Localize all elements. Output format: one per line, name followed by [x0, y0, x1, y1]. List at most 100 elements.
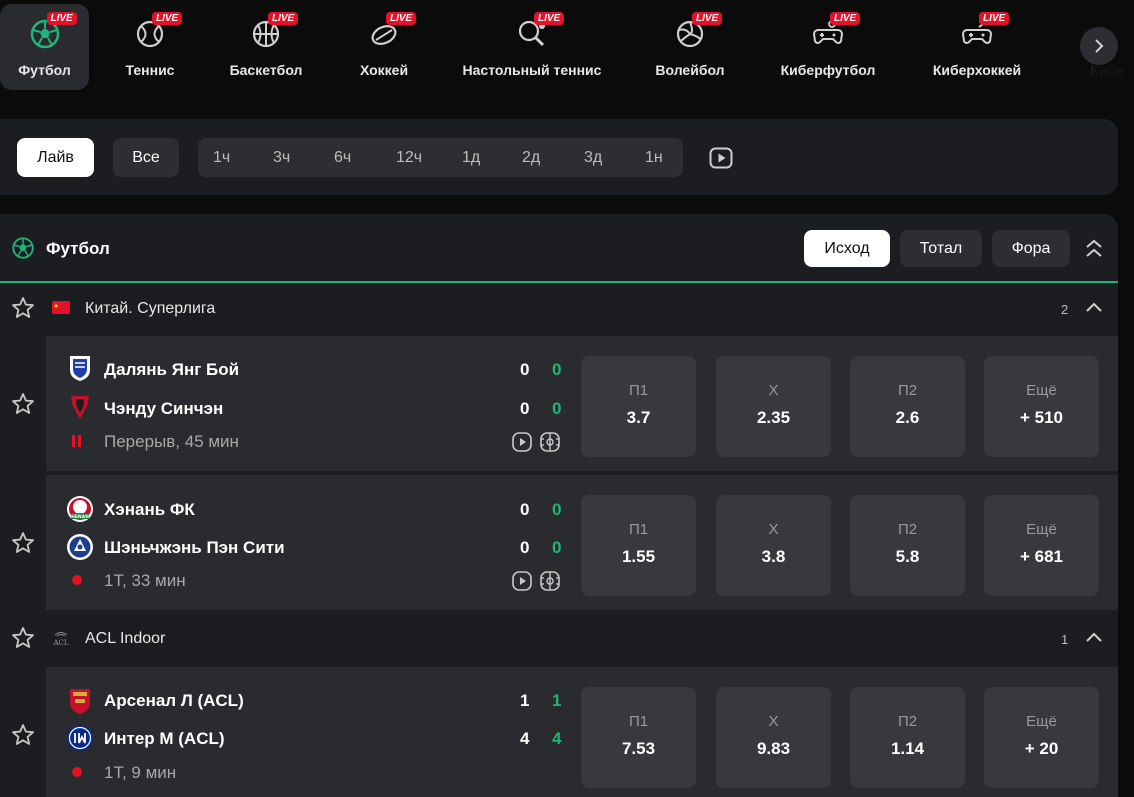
match-row[interactable]: Арсенал Л (ACL) Интер М (ACL) 1 1 4 4 1Т…	[0, 667, 1118, 797]
match-body: Далянь Янг Бой Чэнду Синчэн 0 0 0 0 Пере…	[46, 336, 1118, 471]
team-away: Чэнду Синчэн	[104, 399, 224, 418]
sport-tab-cyberhockey[interactable]: LIVE Киберхоккей	[925, 4, 1029, 90]
live-filter-button[interactable]: Лайв	[17, 138, 94, 177]
odd-label: П2	[897, 382, 918, 399]
star-icon[interactable]	[11, 626, 35, 650]
live-badge: LIVE	[46, 12, 77, 25]
odd-value: 3.8	[761, 547, 786, 566]
match-row[interactable]: Далянь Янг Бой Чэнду Синчэн 0 0 0 0 Пере…	[0, 336, 1118, 471]
range-1d[interactable]: 1д	[462, 149, 480, 167]
sport-tab-basketball[interactable]: LIVE Баскетбол	[222, 4, 310, 90]
odd-value: 9.83	[756, 739, 791, 758]
chevron-up-icon[interactable]	[1085, 300, 1103, 314]
range-2d[interactable]: 2д	[522, 149, 540, 167]
team-logo-icon	[70, 356, 90, 381]
collapse-all-icon[interactable]	[1084, 238, 1104, 260]
match-favorite[interactable]	[0, 667, 46, 797]
star-icon[interactable]	[11, 296, 35, 320]
sport-tab-volleyball[interactable]: LIVE Волейбол	[648, 4, 732, 90]
score-home-period: 0	[552, 500, 562, 519]
league-event-count: 1	[1061, 632, 1069, 647]
star-icon[interactable]	[11, 531, 35, 555]
market-tab-total[interactable]: Тотал	[900, 230, 982, 267]
sport-tab-cyberfootball[interactable]: LIVE Киберфутбол	[773, 4, 883, 90]
field-icon[interactable]	[540, 432, 560, 452]
odd-button-x[interactable]: Х 2.35	[716, 356, 831, 457]
team-logo-icon	[71, 396, 89, 419]
match-body: Арсенал Л (ACL) Интер М (ACL) 1 1 4 4 1Т…	[46, 667, 1118, 797]
match-status: 1Т, 9 мин	[104, 763, 177, 782]
score-home: 1	[520, 691, 530, 710]
live-badge: LIVE	[152, 12, 183, 25]
range-1h[interactable]: 1ч	[213, 149, 230, 167]
live-badge: LIVE	[534, 12, 565, 25]
odd-button-x[interactable]: Х 9.83	[716, 687, 831, 788]
match-favorite[interactable]	[0, 336, 46, 471]
sport-tab-football[interactable]: LIVE Футбол	[0, 4, 89, 90]
league-event-count: 2	[1061, 302, 1069, 317]
more-markets-button[interactable]: Ещё + 510	[984, 356, 1099, 457]
range-6h[interactable]: 6ч	[334, 149, 351, 167]
range-12h[interactable]: 12ч	[396, 149, 422, 167]
odd-button-p1[interactable]: П1 7.53	[581, 687, 696, 788]
more-markets-button[interactable]: Ещё + 681	[984, 495, 1099, 596]
svg-text:HENAN: HENAN	[71, 514, 89, 520]
odd-label: П1	[628, 713, 649, 730]
sport-tab-hockey[interactable]: LIVE Хоккей	[345, 4, 423, 90]
sport-label: Баскетбол	[229, 62, 303, 78]
field-icon[interactable]	[540, 571, 560, 591]
sport-label: Киберхоккей	[932, 62, 1022, 78]
league-header[interactable]: ACL ACL Indoor 1	[0, 615, 1118, 662]
odd-value: + 20	[1024, 739, 1059, 758]
sport-label: Теннис	[125, 62, 175, 78]
match-status: 1Т, 33 мин	[104, 571, 186, 590]
odd-value: + 510	[1019, 408, 1063, 427]
odd-label: П1	[628, 382, 649, 399]
odd-label: Х	[768, 382, 779, 399]
market-tab-outcome[interactable]: Исход	[804, 230, 890, 267]
score-home-period: 1	[552, 691, 562, 710]
odd-value: 3.7	[626, 408, 651, 427]
score-away-period: 0	[552, 399, 562, 418]
score-away-period: 4	[552, 729, 562, 748]
odd-value: 1.14	[890, 739, 925, 758]
all-filter-button[interactable]: Все	[113, 138, 179, 177]
odd-button-p2[interactable]: П2 2.6	[850, 356, 965, 457]
star-icon[interactable]	[11, 723, 35, 747]
more-markets-button[interactable]: Ещё + 20	[984, 687, 1099, 788]
odd-value: 7.53	[621, 739, 656, 758]
odd-label: П2	[897, 713, 918, 730]
match-row[interactable]: HENAN Хэнань ФК Шэньчжэнь Пэн Сити 0 0 0…	[0, 475, 1118, 610]
video-filter-icon[interactable]	[709, 147, 733, 169]
live-dot-icon	[72, 575, 82, 585]
svg-text:ACL: ACL	[52, 639, 68, 647]
odd-button-p1[interactable]: П1 3.7	[581, 356, 696, 457]
team-logo-icon	[70, 689, 90, 714]
range-1w[interactable]: 1н	[645, 149, 663, 167]
market-tab-handicap[interactable]: Фора	[992, 230, 1070, 267]
sport-tab-tennis[interactable]: LIVE Теннис	[109, 4, 191, 90]
video-icon[interactable]	[512, 571, 532, 591]
pause-icon	[72, 435, 81, 447]
range-3h[interactable]: 3ч	[273, 149, 290, 167]
odd-label: Ещё	[1026, 382, 1057, 399]
chevron-up-icon[interactable]	[1085, 630, 1103, 644]
odd-button-p2[interactable]: П2 5.8	[850, 495, 965, 596]
video-icon[interactable]	[512, 432, 532, 452]
league-header[interactable]: Китай. Суперлига 2	[0, 285, 1118, 332]
odd-label: Х	[768, 521, 779, 538]
odd-button-p1[interactable]: П1 1.55	[581, 495, 696, 596]
odd-label: П1	[628, 521, 649, 538]
match-favorite[interactable]	[0, 475, 46, 610]
odd-value: + 681	[1019, 547, 1063, 566]
league-name: Китай. Суперлига	[85, 300, 216, 317]
odd-button-x[interactable]: Х 3.8	[716, 495, 831, 596]
star-icon[interactable]	[11, 392, 35, 416]
team-home: Хэнань ФК	[104, 500, 195, 519]
sport-tab-table-tennis[interactable]: LIVE Настольный теннис	[457, 4, 607, 90]
nav-next-button[interactable]	[1080, 27, 1118, 65]
live-badge: LIVE	[830, 12, 861, 25]
odd-button-p2[interactable]: П2 1.14	[850, 687, 965, 788]
time-range-group: 1ч 3ч 6ч 12ч 1д 2д 3д 1н	[198, 138, 683, 177]
range-3d[interactable]: 3д	[584, 149, 602, 167]
